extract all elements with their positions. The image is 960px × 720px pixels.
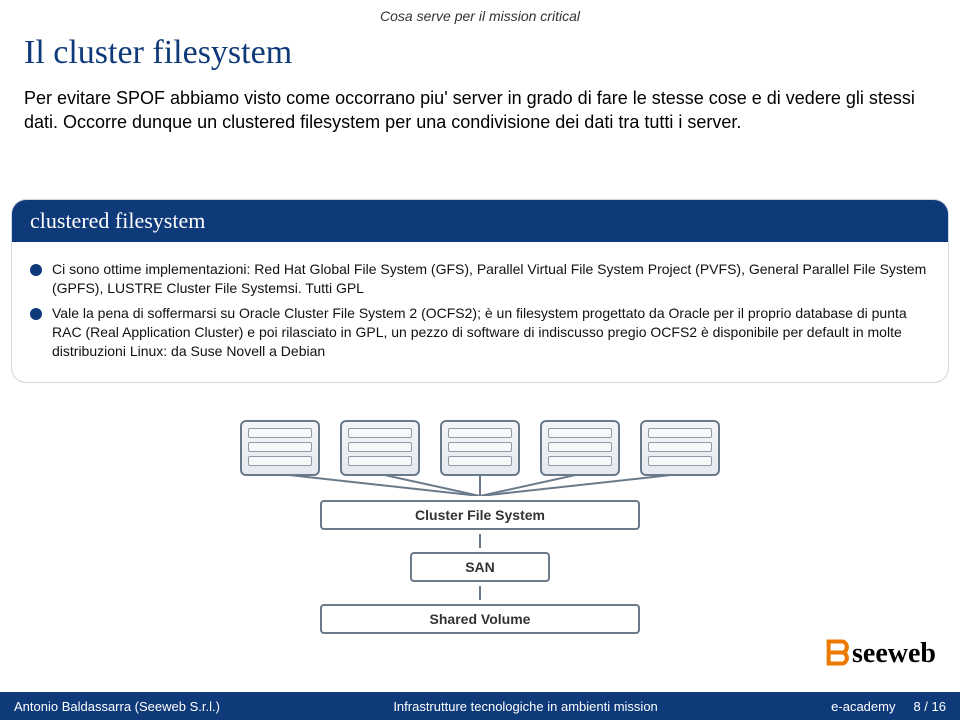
bullet-icon [30, 264, 42, 276]
brand-logo: ᗷseeweb [825, 636, 936, 674]
server-icon [240, 420, 320, 476]
logo-text: seeweb [852, 638, 936, 669]
logo-glyph-icon: ᗷ [825, 636, 850, 673]
box-body: Ci sono ottime implementazioni: Red Hat … [12, 242, 948, 382]
diagram-label-cfs: Cluster File System [320, 500, 640, 530]
footer-author: Antonio Baldassarra (Seeweb S.r.l.) [14, 699, 220, 714]
server-icon [440, 420, 520, 476]
footer-bar: Antonio Baldassarra (Seeweb S.r.l.) Infr… [0, 692, 960, 720]
footer-title: Infrastrutture tecnologiche in ambienti … [220, 699, 831, 714]
bullet-icon [30, 308, 42, 320]
server-icon [340, 420, 420, 476]
connector-line [150, 586, 810, 600]
architecture-diagram: Cluster File System SAN Shared Volume [150, 420, 810, 630]
connector-line [150, 534, 810, 548]
diagram-label-shared: Shared Volume [320, 604, 640, 634]
bullet-text: Vale la pena di soffermarsi su Oracle Cl… [52, 304, 930, 361]
slide-title: Il cluster filesystem [24, 34, 292, 72]
callout-box: clustered filesystem Ci sono ottime impl… [12, 200, 948, 382]
server-row [150, 420, 810, 476]
box-header: clustered filesystem [12, 200, 948, 242]
footer-venue: e-academy [831, 699, 895, 714]
bullet-item: Ci sono ottime implementazioni: Red Hat … [30, 260, 930, 298]
server-icon [540, 420, 620, 476]
bullet-text: Ci sono ottime implementazioni: Red Hat … [52, 260, 930, 298]
connector-lines [150, 476, 810, 496]
diagram-label-san: SAN [410, 552, 550, 582]
bullet-item: Vale la pena di soffermarsi su Oracle Cl… [30, 304, 930, 361]
breadcrumb: Cosa serve per il mission critical [0, 8, 960, 24]
server-icon [640, 420, 720, 476]
footer-page: 8 / 16 [913, 699, 946, 714]
body-paragraph: Per evitare SPOF abbiamo visto come occo… [24, 86, 936, 135]
